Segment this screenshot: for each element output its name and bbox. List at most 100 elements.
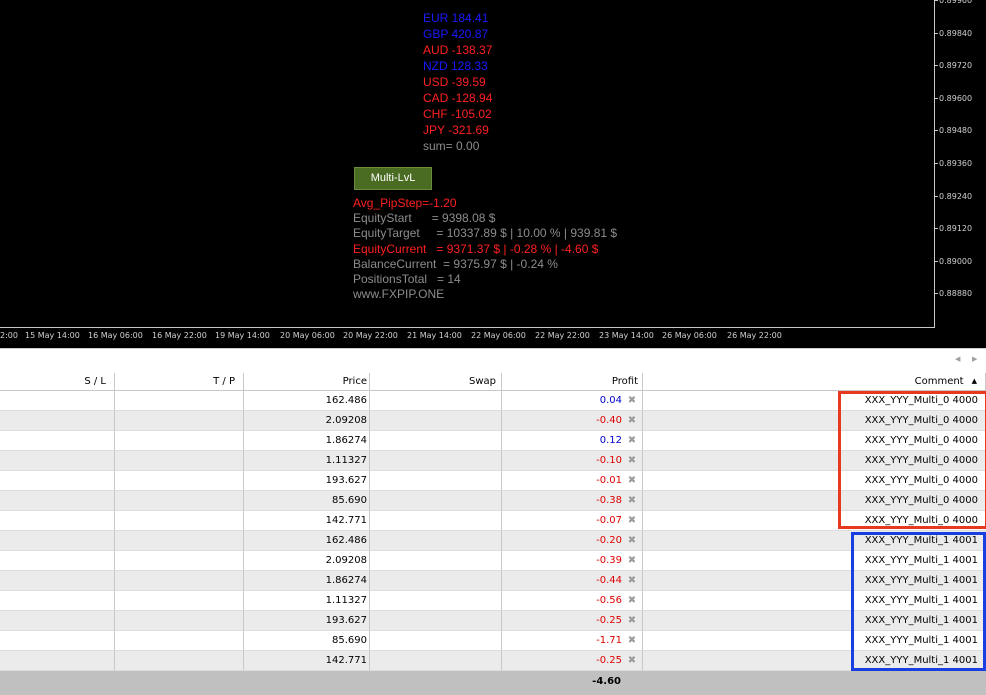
scroll-right-icon[interactable]: ▶ <box>972 355 977 363</box>
close-position-icon[interactable]: ✖ <box>626 631 638 650</box>
close-position-icon[interactable]: ✖ <box>626 611 638 630</box>
price-axis-label: 0.89120 <box>935 223 986 235</box>
table-row[interactable]: 85.690 -1.71 ✖ XXX_YYY_Multi_1 4001 <box>0 631 986 651</box>
total-profit: -4.60 <box>592 676 621 687</box>
profit-cell: -0.25 ✖ <box>502 611 643 631</box>
table-row[interactable]: 1.86274 0.12 ✖ XXX_YYY_Multi_0 4000 <box>0 431 986 451</box>
close-position-icon[interactable]: ✖ <box>626 431 638 450</box>
table-row[interactable]: 1.11327 -0.10 ✖ XXX_YYY_Multi_0 4000 <box>0 451 986 471</box>
tp-cell <box>115 651 244 671</box>
comment-cell: XXX_YYY_Multi_1 4001 <box>643 611 986 631</box>
close-position-icon[interactable]: ✖ <box>626 471 638 490</box>
swap-cell <box>370 591 502 611</box>
close-position-icon[interactable]: ✖ <box>626 571 638 590</box>
close-position-icon[interactable]: ✖ <box>626 411 638 430</box>
info-line: BalanceCurrent = 9375.97 $ | -0.24 % <box>353 256 558 271</box>
price-cell: 193.627 <box>244 471 370 491</box>
swap-cell <box>370 631 502 651</box>
header-profit[interactable]: Profit <box>502 373 643 391</box>
sort-ascending-icon: ▲ <box>971 377 977 385</box>
price-axis-label: 0.89960 <box>935 0 986 7</box>
scroll-left-icon[interactable]: ◀ <box>955 355 960 363</box>
table-row[interactable]: 162.486 0.04 ✖ XXX_YYY_Multi_0 4000 <box>0 391 986 411</box>
profit-value: 0.04 <box>599 395 622 406</box>
profit-value: -0.07 <box>596 515 622 526</box>
profit-value: 0.12 <box>599 435 622 446</box>
profit-cell: -1.71 ✖ <box>502 631 643 651</box>
close-position-icon[interactable]: ✖ <box>626 551 638 570</box>
profit-cell: 0.12 ✖ <box>502 431 643 451</box>
swap-cell <box>370 391 502 411</box>
time-axis-label: 22 May 06:00 <box>471 331 526 340</box>
price-cell: 162.486 <box>244 391 370 411</box>
close-position-icon[interactable]: ✖ <box>626 511 638 530</box>
sl-cell <box>0 451 115 471</box>
price-cell: 142.771 <box>244 511 370 531</box>
header-comment[interactable]: Comment ▲ <box>643 373 986 391</box>
table-header: S / L T / P Price Swap Profit Comment ▲ <box>0 373 986 391</box>
price-chart[interactable]: 0.89960 0.89840 0.89720 0.89600 0.89480 0.893… <box>0 0 986 348</box>
price-cell: 1.11327 <box>244 451 370 471</box>
close-position-icon[interactable]: ✖ <box>626 651 638 670</box>
profit-cell: -0.39 ✖ <box>502 551 643 571</box>
price-cell: 1.86274 <box>244 571 370 591</box>
swap-cell <box>370 611 502 631</box>
time-axis-label: 19 May 14:00 <box>215 331 270 340</box>
close-position-icon[interactable]: ✖ <box>626 531 638 550</box>
price-axis-label: 0.89360 <box>935 158 986 170</box>
price-cell: 85.690 <box>244 631 370 651</box>
multi-lvl-button[interactable]: Multi-LvL <box>354 167 432 190</box>
tp-cell <box>115 631 244 651</box>
close-position-icon[interactable]: ✖ <box>626 391 638 410</box>
comment-cell: XXX_YYY_Multi_1 4001 <box>643 631 986 651</box>
time-axis-label: 15 May 14:00 <box>25 331 80 340</box>
currency-strength-line: CHF -105.02 <box>423 107 492 121</box>
profit-cell: -0.20 ✖ <box>502 531 643 551</box>
table-row[interactable]: 2.09208 -0.39 ✖ XXX_YYY_Multi_1 4001 <box>0 551 986 571</box>
table-row[interactable]: 1.11327 -0.56 ✖ XXX_YYY_Multi_1 4001 <box>0 591 986 611</box>
profit-cell: -0.01 ✖ <box>502 471 643 491</box>
profit-cell: -0.56 ✖ <box>502 591 643 611</box>
time-axis-label: 26 May 22:00 <box>727 331 782 340</box>
profit-value: -0.44 <box>596 575 622 586</box>
table-row[interactable]: 1.86274 -0.44 ✖ XXX_YYY_Multi_1 4001 <box>0 571 986 591</box>
table-row[interactable]: 162.486 -0.20 ✖ XXX_YYY_Multi_1 4001 <box>0 531 986 551</box>
table-row[interactable]: 193.627 -0.25 ✖ XXX_YYY_Multi_1 4001 <box>0 611 986 631</box>
header-tp[interactable]: T / P <box>115 373 244 391</box>
comment-cell: XXX_YYY_Multi_0 4000 <box>643 471 986 491</box>
table-row[interactable]: 85.690 -0.38 ✖ XXX_YYY_Multi_0 4000 <box>0 491 986 511</box>
header-swap[interactable]: Swap <box>370 373 502 391</box>
info-line: PositionsTotal = 14 <box>353 272 461 286</box>
header-price[interactable]: Price <box>244 373 370 391</box>
close-position-icon[interactable]: ✖ <box>626 451 638 470</box>
comment-cell: XXX_YYY_Multi_1 4001 <box>643 531 986 551</box>
price-axis-label: 0.89000 <box>935 256 986 268</box>
comment-cell: XXX_YYY_Multi_0 4000 <box>643 391 986 411</box>
price-cell: 1.86274 <box>244 431 370 451</box>
header-sl[interactable]: S / L <box>0 373 115 391</box>
tp-cell <box>115 511 244 531</box>
profit-value: -0.10 <box>596 455 622 466</box>
close-position-icon[interactable]: ✖ <box>626 491 638 510</box>
comment-cell: XXX_YYY_Multi_1 4001 <box>643 591 986 611</box>
currency-strength-line: EUR 184.41 <box>423 11 489 25</box>
profit-cell: 0.04 ✖ <box>502 391 643 411</box>
swap-cell <box>370 491 502 511</box>
price-axis-label: 0.89480 <box>935 125 986 137</box>
table-body: 162.486 0.04 ✖ XXX_YYY_Multi_0 4000 2.09208 -… <box>0 391 986 671</box>
comment-cell: XXX_YYY_Multi_0 4000 <box>643 411 986 431</box>
sl-cell <box>0 531 115 551</box>
close-position-icon[interactable]: ✖ <box>626 591 638 610</box>
sl-cell <box>0 411 115 431</box>
table-row[interactable]: 193.627 -0.01 ✖ XXX_YYY_Multi_0 4000 <box>0 471 986 491</box>
tp-cell <box>115 591 244 611</box>
table-row[interactable]: 142.771 -0.25 ✖ XXX_YYY_Multi_1 4001 <box>0 651 986 671</box>
sl-cell <box>0 651 115 671</box>
info-line: EquityTarget = 10337.89 $ | 10.00 % | 93… <box>353 226 618 241</box>
swap-cell <box>370 571 502 591</box>
sl-cell <box>0 431 115 451</box>
table-row[interactable]: 2.09208 -0.40 ✖ XXX_YYY_Multi_0 4000 <box>0 411 986 431</box>
table-row[interactable]: 142.771 -0.07 ✖ XXX_YYY_Multi_0 4000 <box>0 511 986 531</box>
swap-cell <box>370 651 502 671</box>
time-axis-label: 20 May 06:00 <box>280 331 335 340</box>
